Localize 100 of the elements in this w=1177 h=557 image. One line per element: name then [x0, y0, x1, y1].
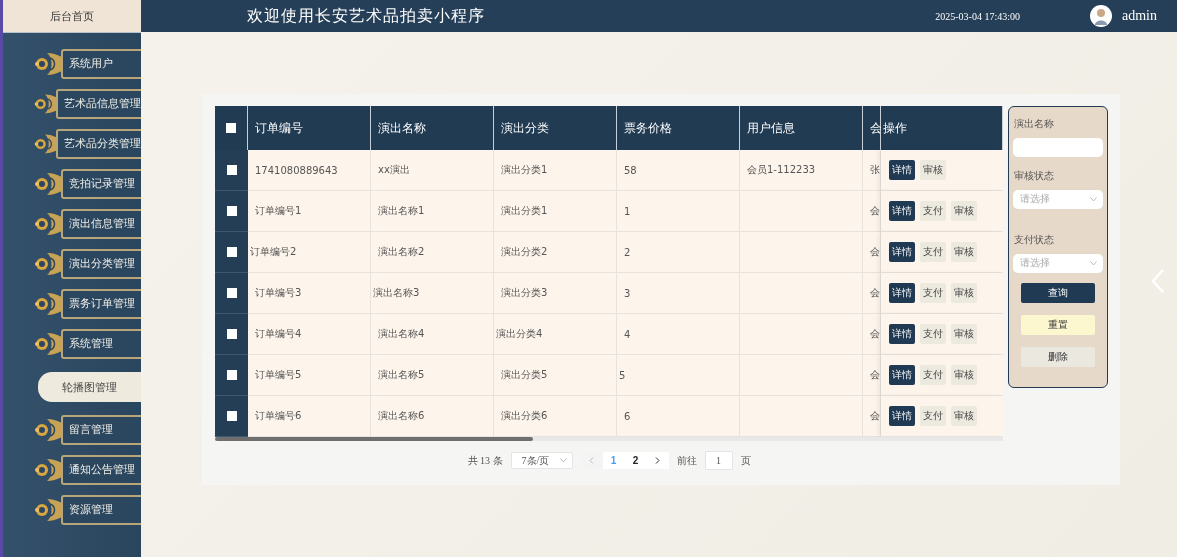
action-button[interactable]: 审核 — [920, 160, 946, 180]
table-cell: 演出分类5 — [494, 355, 617, 396]
row-checkbox[interactable] — [226, 247, 237, 257]
action-button[interactable]: 支付 — [920, 324, 946, 344]
row-checkbox[interactable] — [226, 206, 237, 216]
details-button[interactable]: 详情 — [889, 406, 915, 426]
row-checkbox[interactable] — [226, 329, 237, 339]
avatar[interactable] — [1090, 5, 1112, 27]
sidebar-item[interactable]: 票务订单管理 — [61, 289, 141, 319]
sidebar-item[interactable]: 竞拍记录管理 — [61, 169, 141, 199]
table-cell: 演出分类6 — [494, 396, 617, 437]
table-cell: 张 — [863, 150, 881, 191]
next-page-button[interactable] — [646, 452, 669, 469]
action-button[interactable]: 审核 — [951, 324, 977, 344]
table-cell: 4 — [617, 314, 740, 355]
details-button[interactable]: 详情 — [889, 365, 915, 385]
sidebar-item[interactable]: 演出分类管理 — [61, 249, 141, 279]
table-cell: 会 — [863, 355, 881, 396]
sidebar-item[interactable]: 系统管理 — [61, 329, 141, 359]
table-cell: 58 — [617, 150, 740, 191]
action-button[interactable]: 审核 — [951, 201, 977, 221]
table-cell: 演出分类4 — [494, 314, 617, 355]
delete-button[interactable]: 删除 — [1021, 346, 1095, 367]
page-button[interactable]: 2 — [624, 452, 647, 469]
chevron-left-icon — [589, 457, 594, 464]
column-header: 订单编号 — [248, 106, 371, 150]
table-cell: xx演出 — [371, 150, 494, 191]
column-header: 操作 — [881, 106, 1003, 150]
row-checkbox[interactable] — [226, 165, 237, 175]
table-cell: 5 — [617, 355, 740, 396]
reset-button[interactable]: 重置 — [1021, 314, 1095, 335]
sidebar-item[interactable]: 留言管理 — [61, 415, 141, 445]
row-checkbox[interactable] — [226, 411, 237, 421]
sidebar-item[interactable]: 资源管理 — [61, 495, 141, 525]
details-button[interactable]: 详情 — [889, 242, 915, 262]
table-cell: 演出分类1 — [494, 191, 617, 232]
scrollbar-thumb[interactable] — [215, 437, 533, 441]
table-cell: 订单编号6 — [248, 396, 371, 437]
page-suffix: 页 — [740, 453, 751, 468]
sidebar-item[interactable]: 系统用户 — [61, 49, 141, 79]
action-button[interactable]: 审核 — [951, 283, 977, 303]
select-all-checkbox[interactable] — [226, 123, 236, 133]
filter-label: 演出名称 — [1014, 117, 1055, 131]
table-cell: 演出分类1 — [494, 150, 617, 191]
total-count: 共 13 条 — [467, 453, 503, 468]
sidebar-item[interactable]: 艺术品信息管理 — [56, 89, 141, 119]
chevron-right-icon — [655, 457, 660, 464]
details-button[interactable]: 详情 — [889, 324, 915, 344]
details-button[interactable]: 详情 — [889, 201, 915, 221]
sidebar-item[interactable]: 轮播图管理 — [38, 372, 141, 402]
sidebar-item[interactable]: 通知公告管理 — [61, 455, 141, 485]
action-button[interactable]: 支付 — [920, 242, 946, 262]
table-cell: 订单编号4 — [248, 314, 371, 355]
user-name[interactable]: admin — [1122, 8, 1157, 24]
table-cell: 演出名称2 — [371, 232, 494, 273]
column-header: 用户信息 — [740, 106, 863, 150]
input-field[interactable] — [1013, 138, 1103, 157]
action-button[interactable]: 支付 — [920, 406, 946, 426]
chevron-down-icon — [559, 458, 567, 463]
table-cell: 订单编号1 — [248, 191, 371, 232]
table-cell: 会 — [863, 396, 881, 437]
table-cell: 2 — [617, 232, 740, 273]
action-button[interactable]: 审核 — [951, 365, 977, 385]
filter-label: 支付状态 — [1014, 232, 1055, 247]
table-cell: 3 — [617, 273, 740, 314]
table-cell: 演出分类2 — [494, 232, 617, 273]
row-checkbox[interactable] — [226, 288, 237, 298]
action-button[interactable]: 支付 — [920, 283, 946, 303]
page-input[interactable]: 1 — [704, 451, 733, 470]
search-button[interactable]: 查询 — [1021, 282, 1095, 303]
column-header: 票务价格 — [617, 106, 740, 150]
chevron-down-icon — [1090, 196, 1097, 202]
filter-label: 审核状态 — [1014, 168, 1055, 183]
table-cell: 1 — [617, 191, 740, 232]
table-cell: 演出名称6 — [371, 396, 494, 437]
table-cell: 会员1-112233 — [740, 150, 863, 191]
table-cell: 6 — [617, 396, 740, 437]
details-button[interactable]: 详情 — [889, 283, 915, 303]
table-cell: 1741080889643 — [248, 150, 371, 191]
page-size-select[interactable]: 7条/页 — [510, 452, 573, 469]
goto-label: 前往 — [676, 453, 697, 468]
table-cell: 演出名称1 — [371, 191, 494, 232]
column-header: 演出分类 — [494, 106, 617, 150]
table-cell: 订单编号5 — [248, 355, 371, 396]
row-checkbox[interactable] — [226, 370, 237, 380]
table-cell: 会 — [863, 191, 881, 232]
table-cell: 演出名称3 — [371, 273, 494, 314]
table-cell: 演出分类3 — [494, 273, 617, 314]
action-button[interactable]: 审核 — [951, 406, 977, 426]
table-cell: 订单编号3 — [248, 273, 371, 314]
datetime: 2025-03-04 17:43:00 — [935, 10, 1020, 22]
action-button[interactable]: 审核 — [951, 242, 977, 262]
app-title: 欢迎使用长安艺术品拍卖小程序 — [247, 5, 486, 26]
home-link[interactable]: 后台首页 — [3, 0, 141, 33]
action-button[interactable]: 支付 — [920, 365, 946, 385]
table-cell: 会 — [863, 273, 881, 314]
details-button[interactable]: 详情 — [889, 160, 915, 180]
sidebar-item[interactable]: 演出信息管理 — [61, 209, 141, 239]
sidebar-item[interactable]: 艺术品分类管理 — [56, 129, 141, 159]
action-button[interactable]: 支付 — [920, 201, 946, 221]
